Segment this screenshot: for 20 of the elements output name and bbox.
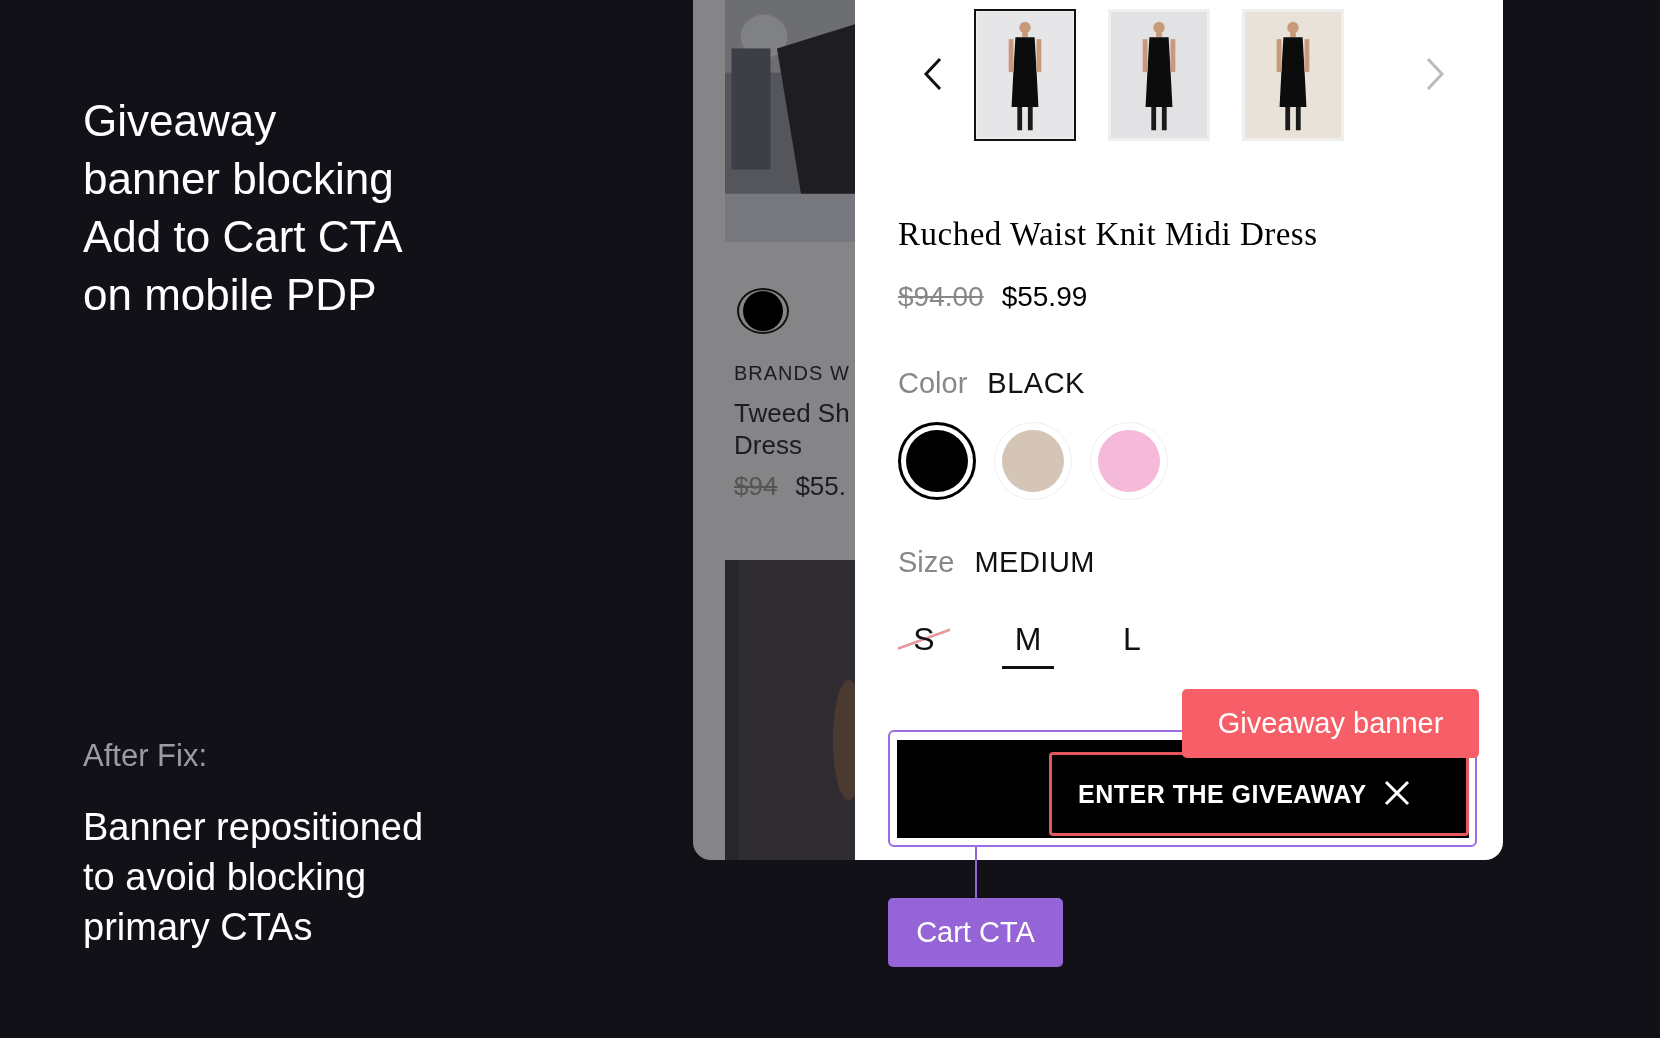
original-price: $94.00 (898, 281, 984, 313)
annotation-label: Cart CTA (888, 898, 1063, 967)
banner-text: ENTER THE GIVEAWAY (1078, 779, 1367, 809)
after-fix-label: After Fix: (83, 738, 208, 774)
giveaway-banner[interactable]: ENTER THE GIVEAWAY (1049, 752, 1469, 836)
after-fix-text: Banner repositioned to avoid blocking primary CTAs (83, 805, 425, 950)
size-option[interactable]: L (1106, 613, 1158, 669)
color-swatch[interactable] (737, 288, 789, 334)
brand-name: BRANDS W (733, 362, 851, 385)
slide-title: Giveaway banner blocking Add to Cart CTA on mobile PDP (83, 95, 404, 321)
product-title: Ruched Waist Knit Midi Dress (898, 216, 1319, 253)
size-option[interactable]: M (1002, 613, 1054, 669)
sale-price: $55.99 (1001, 281, 1088, 313)
sale-price: $55. (795, 471, 846, 502)
color-label: Color (898, 367, 968, 400)
size-label: Size (898, 546, 955, 579)
annotation-label: Giveaway banner (1182, 689, 1479, 758)
product-name: Tweed Sh Dress (733, 397, 851, 461)
size-value: MEDIUM (974, 546, 1096, 579)
color-value: BLACK (987, 367, 1085, 400)
